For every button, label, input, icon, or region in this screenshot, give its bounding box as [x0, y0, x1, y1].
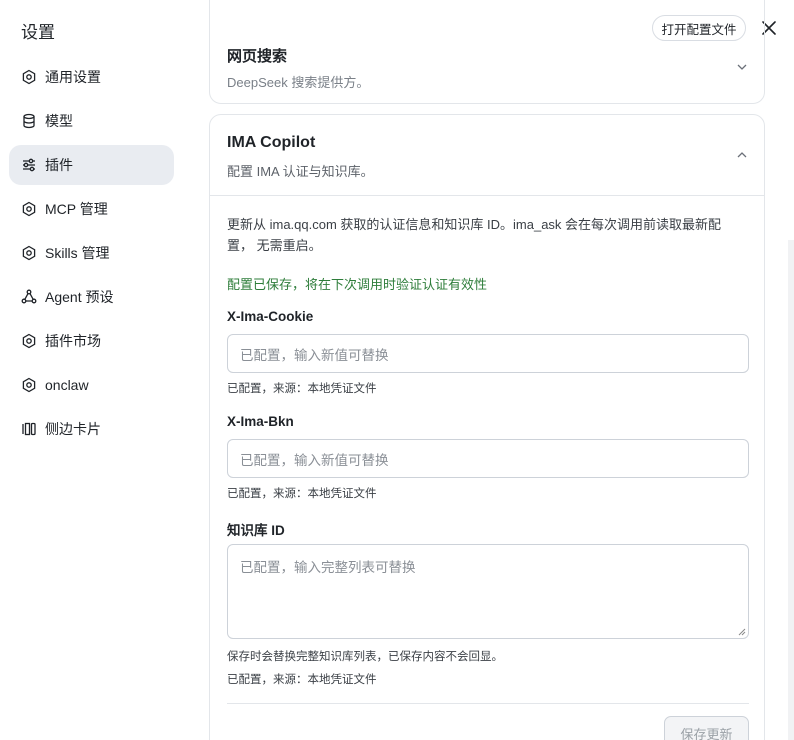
bkn-input[interactable]: 已配置，输入新值可替换 [227, 439, 749, 478]
sidebar-item-plugins[interactable]: 插件 [9, 145, 174, 185]
sidebar-item-mcp[interactable]: MCP 管理 [9, 189, 174, 229]
sidebar-item-label: 插件市场 [45, 333, 101, 349]
cookie-hint: 已配置，来源：本地凭证文件 [227, 383, 377, 395]
sliders-icon [21, 157, 37, 173]
gear-icon [21, 201, 37, 217]
sidebar: 通用设置 模型 插件 MCP 管理 Skills 管理 Agent 预设 插件市… [9, 57, 174, 453]
sidebar-item-general[interactable]: 通用设置 [9, 57, 174, 97]
sidebar-item-label: 模型 [45, 113, 73, 129]
web-search-title: 网页搜索 [227, 48, 288, 65]
sidebar-item-models[interactable]: 模型 [9, 101, 174, 141]
web-search-subtitle: DeepSeek 搜索提供方。 [227, 75, 370, 90]
kb-label: 知识库 ID [227, 523, 285, 538]
sidebar-item-skills[interactable]: Skills 管理 [9, 233, 174, 273]
sidebar-item-label: 侧边卡片 [45, 421, 101, 437]
database-icon [21, 113, 37, 129]
sidebar-item-label: Skills 管理 [45, 245, 110, 261]
divider [210, 195, 764, 196]
bkn-hint: 已配置，来源：本地凭证文件 [227, 488, 377, 500]
sidebar-item-side-card[interactable]: 侧边卡片 [9, 409, 174, 449]
divider [227, 703, 749, 704]
cookie-input[interactable]: 已配置，输入新值可替换 [227, 334, 749, 373]
chevron-up-icon[interactable] [736, 149, 750, 163]
gear-icon [21, 69, 37, 85]
sidebar-item-label: onclaw [45, 377, 89, 393]
ima-copilot-card: IMA Copilot 配置 IMA 认证与知识库。 更新从 ima.qq.co… [209, 114, 765, 740]
ima-subtitle: 配置 IMA 认证与知识库。 [227, 164, 374, 179]
gear-icon [21, 333, 37, 349]
gear-icon [21, 377, 37, 393]
ima-description: 更新从 ima.qq.com 获取的认证信息和知识库 ID。ima_ask 会在… [227, 217, 722, 253]
kb-note: 保存时会替换完整知识库列表，已保存内容不会回显。 [227, 651, 503, 663]
dialog-title: 设置 [21, 23, 55, 42]
side-card-icon [21, 421, 37, 437]
resize-handle-icon[interactable] [738, 628, 746, 636]
settings-dialog: 设置 打开配置文件 通用设置 模型 插件 MCP 管理 Skills 管理 Ag… [0, 0, 794, 740]
plugin-settings-panel: 网页搜索 DeepSeek 搜索提供方。 IMA Copilot 配置 IMA … [209, 0, 765, 740]
sidebar-item-label: 通用设置 [45, 69, 101, 85]
sidebar-item-label: Agent 预设 [45, 289, 114, 305]
sidebar-item-label: MCP 管理 [45, 201, 108, 217]
gear-icon [21, 245, 37, 261]
sidebar-item-market[interactable]: 插件市场 [9, 321, 174, 361]
sidebar-item-agent[interactable]: Agent 预设 [9, 277, 174, 317]
kb-placeholder: 已配置，输入完整列表可替换 [240, 560, 416, 575]
cookie-label: X-Ima-Cookie [227, 309, 314, 324]
saved-status-message: 配置已保存，将在下次调用时验证认证有效性 [227, 277, 488, 292]
chevron-down-icon[interactable] [736, 61, 750, 75]
bkn-label: X-Ima-Bkn [227, 414, 294, 429]
kb-textarea[interactable]: 已配置，输入完整列表可替换 [227, 544, 749, 639]
scrollbar[interactable] [788, 240, 794, 740]
sidebar-item-onclaw[interactable]: onclaw [9, 365, 174, 405]
sidebar-item-label: 插件 [45, 157, 73, 173]
kb-hint: 已配置，来源：本地凭证文件 [227, 674, 377, 686]
agent-icon [21, 289, 37, 305]
save-update-button[interactable]: 保存更新 [664, 716, 749, 740]
web-search-card[interactable]: 网页搜索 DeepSeek 搜索提供方。 [209, 0, 765, 104]
ima-title: IMA Copilot [227, 134, 316, 151]
